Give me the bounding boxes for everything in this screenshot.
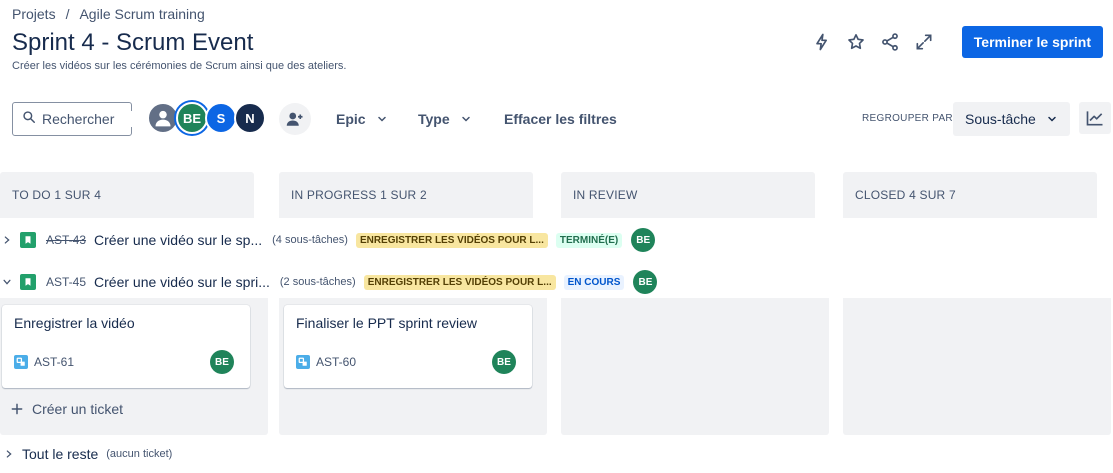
assignee-filter: BE S N <box>147 102 266 134</box>
story-icon <box>20 274 36 290</box>
search-icon <box>22 110 36 129</box>
swimlane-ast-45[interactable]: AST-45 Créer une vidéo sur le spri... (2… <box>0 269 658 295</box>
person-icon <box>155 110 171 127</box>
avatar-n[interactable]: N <box>234 102 266 134</box>
page-title: Sprint 4 - Scrum Event <box>12 29 254 56</box>
chevron-down-icon <box>1048 116 1056 122</box>
subtask-count: (4 sous-tâches) <box>272 234 348 246</box>
column-in-progress-header: IN PROGRESS 1 SUR 2 <box>279 172 533 218</box>
header-actions: Terminer le sprint <box>808 26 1103 58</box>
search-input[interactable] <box>42 111 134 127</box>
group-by-label: REGROUPER PAR <box>862 113 953 124</box>
story-icon <box>20 232 36 248</box>
assignee-avatar: BE <box>631 228 656 252</box>
column-in-review-header: IN REVIEW <box>561 172 815 218</box>
breadcrumb-separator: / <box>65 6 70 22</box>
type-filter-label: Type <box>418 111 450 127</box>
group-by-select[interactable]: Sous-tâche <box>953 102 1070 136</box>
card-key-group: AST-61 <box>14 355 74 369</box>
column-todo-header: TO DO 1 SUR 4 <box>0 172 254 218</box>
breadcrumb-projects[interactable]: Projets <box>12 6 56 22</box>
subtask-count: (2 sous-tâches) <box>279 276 356 288</box>
epic-filter-label: Epic <box>336 111 366 127</box>
assignee-avatar: BE <box>210 350 234 374</box>
star-icon[interactable] <box>842 28 870 56</box>
status-lozenge: EN COURS <box>563 274 625 290</box>
lightning-icon[interactable] <box>808 28 836 56</box>
expand-icon[interactable] <box>910 28 938 56</box>
clear-filters-button[interactable]: Effacer les filtres <box>504 102 617 136</box>
avatar-unassigned[interactable] <box>147 102 179 134</box>
card-key: AST-61 <box>34 355 75 369</box>
plus-icon <box>11 403 23 415</box>
chevron-down-icon[interactable] <box>2 277 14 287</box>
search-box[interactable] <box>12 102 134 136</box>
rest-lane-count: (aucun ticket) <box>106 448 173 460</box>
subtask-icon <box>14 355 28 369</box>
assignee-avatar: BE <box>492 350 516 374</box>
complete-sprint-button[interactable]: Terminer le sprint <box>961 26 1103 58</box>
epic-lozenge: ENREGISTRER LES VIDÉOS POUR L... <box>355 232 548 248</box>
epic-lozenge: ENREGISTRER LES VIDÉOS POUR L... <box>363 274 556 290</box>
card-key: AST-60 <box>316 355 357 369</box>
swimlane-ast-43[interactable]: AST-43 Créer une vidéo sur le sp... (4 s… <box>0 227 656 253</box>
issue-key[interactable]: AST-45 <box>46 275 86 289</box>
share-icon[interactable] <box>876 28 904 56</box>
breadcrumb-project[interactable]: Agile Scrum training <box>79 6 204 22</box>
swimlane-everything-else[interactable]: Tout le reste (aucun ticket) <box>4 446 172 462</box>
subtask-icon <box>296 355 310 369</box>
status-lozenge: TERMINÉ(E) <box>555 232 623 248</box>
card-footer: AST-60 BE <box>296 350 516 374</box>
board-toolbar: BE S N Epic Type Effacer les filtres REG… <box>12 102 1112 136</box>
sprint-goal: Créer les vidéos sur les cérémonies de S… <box>12 60 347 72</box>
issue-card[interactable]: Enregistrer la vidéo AST-61 BE <box>2 305 250 388</box>
insights-button[interactable] <box>1079 102 1111 134</box>
breadcrumb: Projets / Agile Scrum training <box>12 6 205 22</box>
create-ticket-button[interactable]: Créer un ticket <box>10 401 123 417</box>
column-closed-header: CLOSED 4 SUR 7 <box>843 172 1097 218</box>
group-by-value: Sous-tâche <box>965 111 1036 127</box>
card-title: Finaliser le PPT sprint review <box>296 315 478 331</box>
card-key-group: AST-60 <box>296 355 356 369</box>
card-title: Enregistrer la vidéo <box>14 315 135 331</box>
chevron-down-icon <box>461 116 470 122</box>
rest-lane-label: Tout le reste <box>22 446 99 462</box>
avatar-be[interactable]: BE <box>176 102 208 134</box>
avatar-s[interactable]: S <box>205 102 237 134</box>
issue-key[interactable]: AST-43 <box>46 233 86 247</box>
chevron-right-icon[interactable] <box>4 449 14 459</box>
create-ticket-label: Créer un ticket <box>32 401 124 417</box>
issue-card[interactable]: Finaliser le PPT sprint review AST-60 BE <box>284 305 532 388</box>
assignee-avatar: BE <box>633 270 658 294</box>
column-closed-body <box>843 298 1111 435</box>
add-person-icon <box>286 112 303 126</box>
type-filter[interactable]: Type <box>418 102 472 136</box>
column-in-review-body <box>561 298 829 435</box>
chevron-down-icon <box>377 116 386 122</box>
card-footer: AST-61 BE <box>14 350 234 374</box>
add-people-button[interactable] <box>279 103 311 135</box>
epic-filter[interactable]: Epic <box>336 102 388 136</box>
issue-summary: Créer une vidéo sur le sp... <box>94 232 263 248</box>
chart-trend-icon <box>1086 111 1103 126</box>
issue-summary: Créer une vidéo sur le spri... <box>94 274 270 290</box>
chevron-right-icon[interactable] <box>2 235 14 245</box>
